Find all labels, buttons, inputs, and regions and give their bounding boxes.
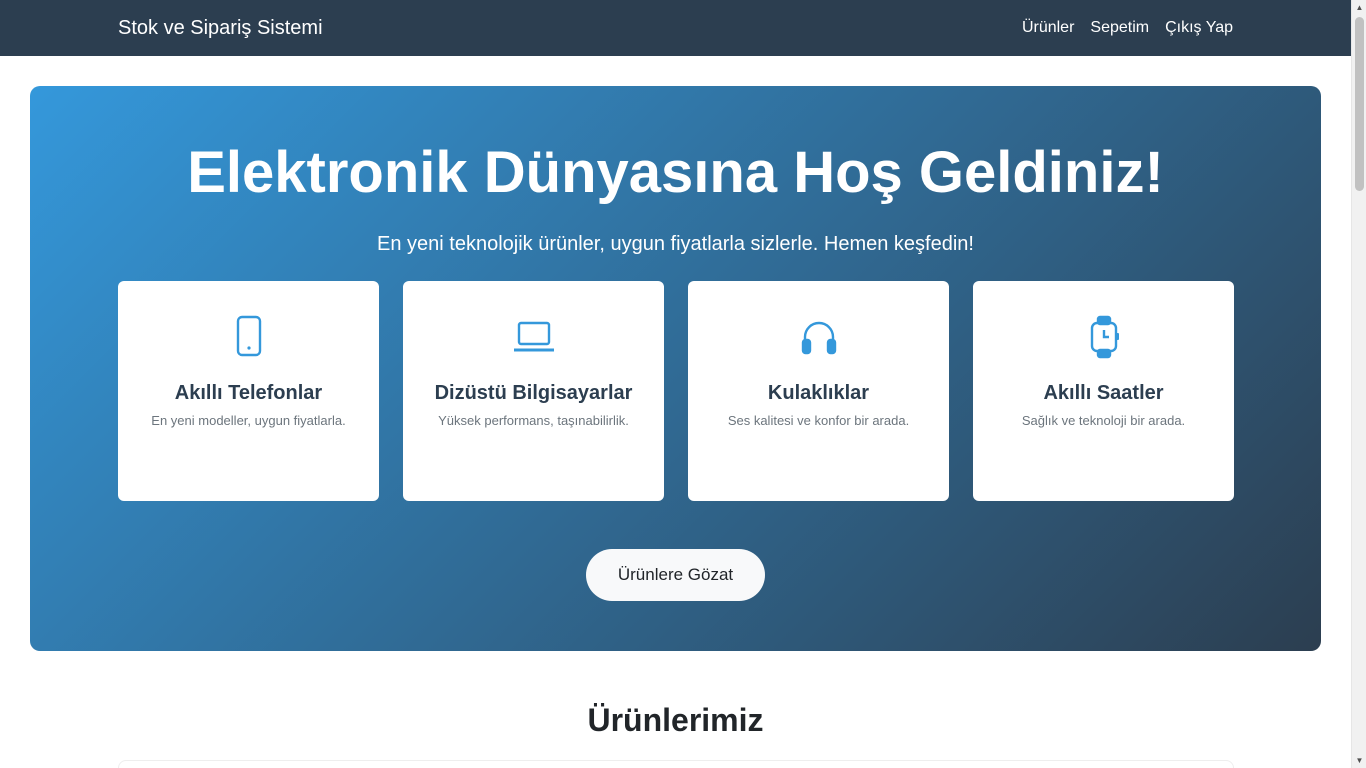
nav-link-products[interactable]: Ürünler	[1022, 19, 1074, 37]
category-card-headphones[interactable]: Kulaklıklar Ses kalitesi ve konfor bir a…	[688, 281, 949, 501]
card-description: En yeni modeller, uygun fiyatlarla.	[151, 413, 346, 428]
products-section-title: Ürünlerimiz	[587, 702, 764, 738]
category-cards: Akıllı Telefonlar En yeni modeller, uygu…	[118, 281, 1234, 501]
card-title: Kulaklıklar	[767, 382, 870, 404]
nav-link-logout[interactable]: Çıkış Yap	[1165, 19, 1233, 37]
card-title: Akıllı Telefonlar	[174, 382, 323, 404]
products-container	[118, 760, 1234, 768]
navbar: Stok ve Sipariş Sistemi Ürünler Sepetim …	[0, 0, 1351, 56]
headphones-icon	[797, 315, 841, 359]
hero-section: Elektronik Dünyasına Hoş Geldiniz! En ye…	[30, 86, 1321, 651]
scroll-down-arrow-icon[interactable]: ▼	[1352, 753, 1366, 768]
brand-link[interactable]: Stok ve Sipariş Sistemi	[118, 17, 323, 40]
category-card-smartwatches[interactable]: Akıllı Saatler Sağlık ve teknoloji bir a…	[973, 281, 1234, 501]
browse-products-button[interactable]: Ürünlere Gözat	[586, 549, 765, 601]
category-card-laptops[interactable]: Dizüstü Bilgisayarlar Yüksek performans,…	[403, 281, 664, 501]
nav-links: Ürünler Sepetim Çıkış Yap	[1022, 19, 1233, 37]
scroll-thumb[interactable]	[1355, 17, 1364, 191]
smartwatch-icon	[1082, 315, 1126, 359]
card-description: Ses kalitesi ve konfor bir arada.	[727, 413, 910, 428]
category-card-smartphones[interactable]: Akıllı Telefonlar En yeni modeller, uygu…	[118, 281, 379, 501]
card-title: Akıllı Saatler	[1043, 382, 1164, 404]
nav-link-cart[interactable]: Sepetim	[1090, 19, 1149, 37]
card-description: Sağlık ve teknoloji bir arada.	[1021, 413, 1186, 428]
scroll-up-arrow-icon[interactable]: ▲	[1352, 0, 1366, 15]
hero-title: Elektronik Dünyasına Hoş Geldiniz!	[187, 140, 1164, 205]
hero-subtitle: En yeni teknolojik ürünler, uygun fiyatl…	[377, 233, 974, 255]
card-description: Yüksek performans, taşınabilirlik.	[438, 413, 629, 428]
card-title: Dizüstü Bilgisayarlar	[434, 382, 633, 404]
page-scrollbar[interactable]: ▲ ▼	[1351, 0, 1366, 768]
smartphone-icon	[227, 315, 271, 359]
laptop-icon	[512, 315, 556, 359]
